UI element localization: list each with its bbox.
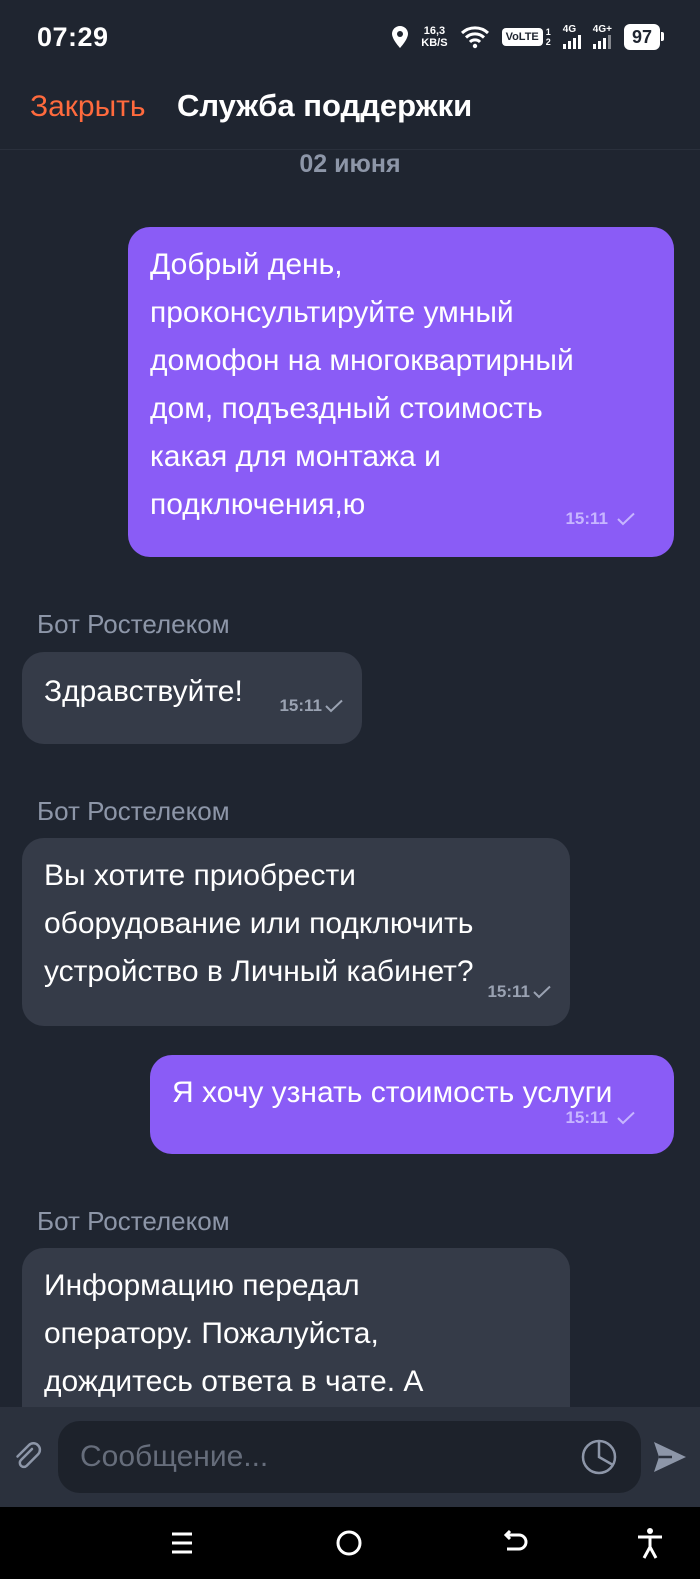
check-icon [617,1111,635,1125]
sender-name: Бот Ростелеком [37,796,230,826]
incoming-message[interactable]: Вы хотите приобрести оборудование или по… [22,838,570,1026]
message-line: дождитесь ответа в чате. А [44,1365,424,1398]
message-text: Вы хотите приобрести оборудование или по… [44,852,548,996]
message-time: 15:11 [565,509,608,528]
chat-header: Закрыть Служба поддержки [0,72,700,150]
wifi-icon [460,26,489,49]
battery-indicator: 97 [623,24,665,50]
message-text: Добрый день, проконсультируйте умный дом… [150,241,652,529]
paperclip-icon[interactable] [12,1441,44,1473]
check-icon [325,699,343,713]
sender-name: Бот Ростелеком [37,609,230,639]
check-icon [533,985,551,999]
volte-label: VoLTE [501,28,543,46]
signal-bars-icon [592,35,611,49]
sticker-icon[interactable] [579,1437,619,1477]
sim-number-2: 2 [545,37,551,47]
message-line: оборудование или подключить [44,907,474,940]
status-icons: 16,3 KB/S VoLTE 1 2 4G 4G+ 97 [391,22,665,52]
message-input[interactable] [80,1421,560,1493]
location-icon [392,26,409,48]
message-time: 15:11 [279,696,322,715]
date-separator: 02 июня [299,150,401,178]
chat-messages[interactable]: 02 июня Добрый день, проконсультируйте у… [0,150,700,1407]
sim1-signal: 4G [562,24,581,49]
message-meta: 15:11 [279,682,344,730]
message-input-wrapper [58,1421,641,1493]
message-line: устройство в Личный кабинет? [44,955,474,988]
sim2-network-type: 4G+ [592,24,612,35]
network-speed-unit: KB/S [421,37,448,49]
message-meta: 15:11 [565,1094,636,1142]
incoming-message[interactable]: Информацию передал оператору. Пожалуйста… [22,1248,570,1407]
message-time: 15:11 [487,982,530,1001]
message-line: дом, подъездный стоимость [150,392,543,425]
system-nav-bar [0,1507,700,1579]
status-bar: 07:29 16,3 KB/S VoLTE 1 2 4G 4G+ 97 [0,0,700,72]
volte-indicator: VoLTE 1 2 [501,27,551,47]
network-speed: 16,3 KB/S [421,25,447,49]
message-line: Добрый день, [150,248,343,281]
message-line: какая для монтажа и [150,440,441,473]
signal-bars-icon [562,35,581,49]
message-text: Информацию передал оператору. Пожалуйста… [44,1262,548,1406]
close-button[interactable]: Закрыть [30,90,146,124]
message-line: оператору. Пожалуйста, [44,1317,379,1350]
incoming-message[interactable]: Здравствуйте! 15:11 [22,652,362,744]
message-meta: 15:11 [487,968,552,1016]
sender-name: Бот Ростелеком [37,1206,230,1236]
sim-numbers: 1 2 [546,27,551,47]
network-speed-value: 16,3 [423,25,446,37]
outgoing-message[interactable]: Добрый день, проконсультируйте умный дом… [128,227,674,557]
outgoing-message[interactable]: Я хочу узнать стоимость услуги 15:11 [150,1055,674,1154]
message-line: Информацию передал [44,1269,360,1302]
send-icon[interactable] [650,1437,690,1477]
back-icon[interactable] [497,1525,533,1561]
message-line: Вы хотите приобрести [44,859,356,892]
message-composer [0,1407,700,1507]
accessibility-icon[interactable] [632,1525,668,1561]
page-title: Служба поддержки [177,88,473,123]
home-icon[interactable] [331,1525,367,1561]
message-meta: 15:11 [565,495,636,543]
message-time: 15:11 [565,1108,608,1127]
sim1-network-type: 4G [562,24,577,35]
sim-number-1: 1 [545,27,551,37]
menu-icon[interactable] [164,1525,200,1561]
sim2-signal: 4G+ [592,24,612,49]
check-icon [617,512,635,526]
message-line: домофон на многоквартирный [150,344,574,377]
message-line: проконсультируйте умный [150,296,514,329]
status-time: 07:29 [37,22,109,52]
